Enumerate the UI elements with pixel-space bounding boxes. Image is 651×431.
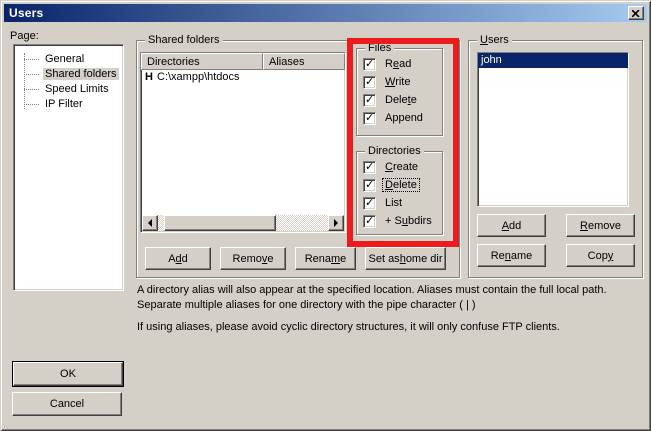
- checkbox-files-delete[interactable]: Delete: [363, 93, 420, 107]
- checkbox-dirs-delete[interactable]: Delete: [363, 178, 420, 192]
- list-header: Directories Aliases: [141, 53, 345, 70]
- scroll-left-button[interactable]: [142, 215, 158, 231]
- page-item-ip-filter[interactable]: IP Filter: [16, 97, 121, 112]
- close-button[interactable]: [628, 6, 644, 20]
- users-dialog: Users Page: General Shared folders Speed…: [0, 0, 651, 431]
- users-listbox[interactable]: john: [477, 52, 629, 207]
- horizontal-scrollbar[interactable]: [142, 215, 344, 231]
- arrow-right-icon: [334, 219, 338, 227]
- page-tree: General Shared folders Speed Limits IP F…: [16, 47, 121, 288]
- checkbox-icon[interactable]: [363, 215, 376, 228]
- user-rename-button[interactable]: Rename: [477, 244, 546, 267]
- checkbox-dirs-list[interactable]: List: [363, 196, 405, 210]
- checkbox-files-write[interactable]: Write: [363, 75, 413, 89]
- checkbox-icon[interactable]: [363, 94, 376, 107]
- checkbox-files-append[interactable]: Append: [363, 111, 426, 125]
- checkbox-icon[interactable]: [363, 179, 376, 192]
- user-copy-button[interactable]: Copy: [566, 244, 635, 267]
- shared-remove-button[interactable]: Remove: [220, 247, 286, 270]
- alias-notes: A directory alias will also appear at th…: [137, 283, 642, 335]
- home-directory-flag: H: [141, 70, 157, 85]
- alias-note-2: If using aliases, please avoid cyclic di…: [137, 320, 642, 335]
- checkbox-dirs-create[interactable]: Create: [363, 160, 421, 174]
- page-item-shared-folders[interactable]: Shared folders: [16, 67, 121, 82]
- shared-folders-list[interactable]: Directories Aliases H C:\xampp\htdocs: [140, 52, 346, 233]
- files-group-label: Files: [365, 42, 394, 54]
- arrow-left-icon: [148, 219, 152, 227]
- user-add-button[interactable]: Add: [477, 214, 546, 237]
- checkbox-icon[interactable]: [363, 197, 376, 210]
- directory-path: C:\xampp\htdocs: [157, 70, 240, 85]
- shared-rename-button[interactable]: Rename: [295, 247, 356, 270]
- shared-add-button[interactable]: Add: [145, 247, 211, 270]
- checkbox-files-read[interactable]: Read: [363, 57, 414, 71]
- scroll-right-button[interactable]: [328, 215, 344, 231]
- checkbox-dirs-subdirs[interactable]: + Subdirs: [363, 214, 435, 228]
- close-icon: [632, 10, 640, 17]
- column-header-directories[interactable]: Directories: [141, 53, 263, 70]
- page-item-general[interactable]: General: [16, 52, 121, 67]
- user-item-john[interactable]: john: [478, 53, 628, 68]
- set-home-dir-button[interactable]: Set as home dir: [365, 247, 446, 270]
- checkbox-icon[interactable]: [363, 112, 376, 125]
- titlebar[interactable]: Users: [4, 4, 647, 22]
- checkbox-icon[interactable]: [363, 58, 376, 71]
- scrollbar-thumb[interactable]: [164, 215, 276, 231]
- checkbox-icon[interactable]: [363, 161, 376, 174]
- page-listbox[interactable]: General Shared folders Speed Limits IP F…: [13, 44, 124, 291]
- alias-note-1: A directory alias will also appear at th…: [137, 283, 642, 313]
- shared-folders-group-label: Shared folders: [145, 34, 223, 46]
- users-group-label: Users: [477, 34, 512, 46]
- checkbox-icon[interactable]: [363, 76, 376, 89]
- ok-button[interactable]: OK: [13, 362, 123, 386]
- window-title: Users: [9, 6, 43, 20]
- page-label: Page:: [10, 30, 39, 42]
- page-item-speed-limits[interactable]: Speed Limits: [16, 82, 121, 97]
- user-remove-button[interactable]: Remove: [566, 214, 635, 237]
- cancel-button[interactable]: Cancel: [12, 392, 122, 416]
- directory-row[interactable]: H C:\xampp\htdocs: [141, 70, 345, 85]
- column-header-aliases[interactable]: Aliases: [263, 53, 345, 70]
- directories-group-label: Directories: [365, 145, 424, 157]
